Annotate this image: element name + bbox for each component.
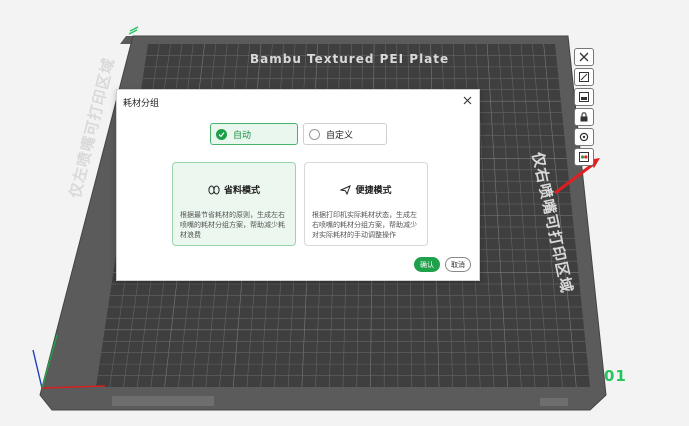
plate-logo-strip	[112, 396, 214, 406]
mode-save-title: 省料模式	[223, 186, 260, 196]
plate-corner-mark	[540, 398, 568, 406]
send-icon	[340, 184, 352, 195]
plate-title: Bambu Textured PEI Plate	[250, 52, 450, 66]
cancel-button[interactable]: 取消	[445, 257, 471, 272]
filament-group-icon[interactable]	[574, 148, 594, 166]
confirm-button[interactable]: 确认	[414, 257, 440, 272]
radio-empty-icon	[309, 128, 320, 140]
edit-mark-icon	[128, 26, 139, 35]
settings-icon[interactable]	[574, 128, 594, 146]
option-auto[interactable]: 自动	[210, 123, 298, 145]
arrange-icon[interactable]	[574, 88, 594, 106]
mode-fast-title: 便捷模式	[355, 186, 392, 196]
dialog-title: 耗材分组	[123, 99, 160, 109]
auto-orient-icon[interactable]	[574, 68, 594, 86]
mode-card-convenient[interactable]: 便捷模式 根据打印机实际耗材状态，生成左右喷嘴的耗材分组方案，帮助减少对实际耗材…	[304, 162, 428, 246]
option-custom-label: 自定义	[326, 130, 354, 141]
mode-save-description: 根据最节省耗材的原则，生成左右喷嘴的耗材分组方案，帮助减少耗材浪费	[180, 211, 285, 239]
filament-group-dialog: 耗材分组 自动 自定义 省料模式 根据最节省耗材的原则，生成左右喷嘴的耗材分组方…	[116, 89, 480, 281]
mode-fast-description: 根据打印机实际耗材状态，生成左右喷嘴的耗材分组方案，帮助减少对实际耗材的手动调整…	[312, 211, 417, 239]
lock-icon[interactable]	[574, 108, 594, 126]
z-axis	[32, 349, 43, 389]
check-icon	[216, 128, 227, 140]
option-auto-label: 自动	[233, 130, 252, 141]
close-icon[interactable]	[461, 94, 473, 106]
mode-card-save-filament[interactable]: 省料模式 根据最节省耗材的原则，生成左右喷嘴的耗材分组方案，帮助减少耗材浪费	[172, 162, 296, 246]
filament-spool-icon	[208, 185, 220, 194]
plate-number: 01	[604, 367, 627, 385]
close-plate-icon[interactable]	[574, 48, 594, 66]
option-custom[interactable]: 自定义	[303, 123, 387, 145]
